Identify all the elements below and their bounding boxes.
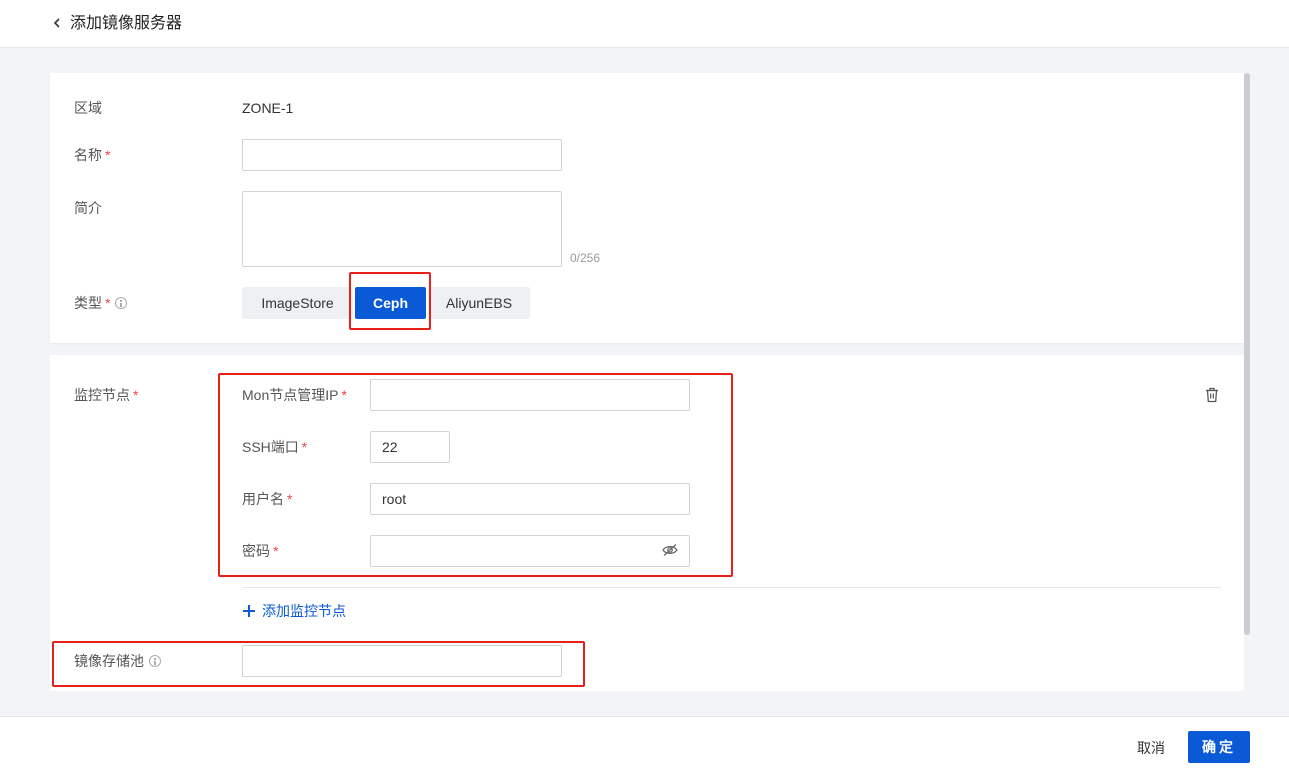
back-arrow-icon[interactable] xyxy=(50,14,64,32)
info-icon xyxy=(115,297,128,309)
description-label: 简介 xyxy=(74,200,102,216)
password-label: 密码 * xyxy=(242,543,279,559)
page-title: 添加镜像服务器 xyxy=(70,15,183,32)
description-counter: 0/256 xyxy=(570,251,601,265)
monitor-label: 监控节点 * xyxy=(74,387,139,403)
info-icon xyxy=(149,655,161,667)
username-label: 用户名 * xyxy=(242,491,293,507)
ssh-port-label: SSH端口 * xyxy=(242,439,308,455)
mon-ip-label: Mon节点管理IP * xyxy=(242,387,347,403)
type-label: 类型 * xyxy=(74,294,128,312)
type-option-ceph[interactable]: Ceph xyxy=(355,287,426,319)
plus-icon xyxy=(243,605,255,617)
type-option-imagestore[interactable]: ImageStore xyxy=(242,287,353,319)
eye-off-icon[interactable] xyxy=(661,543,679,557)
username-input[interactable] xyxy=(370,483,690,515)
cancel-button[interactable]: 取消 xyxy=(1126,738,1176,758)
trash-icon[interactable] xyxy=(1205,387,1219,403)
name-input[interactable] xyxy=(242,139,562,171)
name-label: 名称 * xyxy=(74,147,111,163)
page-header: 添加镜像服务器 xyxy=(0,0,1289,48)
add-monitor-node-label: 添加监控节点 xyxy=(262,603,346,619)
zone-value: ZONE-1 xyxy=(242,100,294,116)
type-option-aliyunebs[interactable]: AliyunEBS xyxy=(428,287,530,319)
add-monitor-node-link[interactable]: 添加监控节点 xyxy=(243,602,346,620)
confirm-button[interactable]: 确定 xyxy=(1188,731,1250,763)
password-input[interactable] xyxy=(370,535,690,567)
basic-info-card xyxy=(50,73,1244,343)
pool-input[interactable] xyxy=(242,645,562,677)
description-textarea[interactable] xyxy=(242,191,562,267)
monitor-divider xyxy=(242,587,1221,588)
scrollbar-thumb[interactable] xyxy=(1244,73,1250,635)
footer-bar xyxy=(0,716,1289,774)
pool-label: 镜像存储池 xyxy=(74,652,161,670)
mon-ip-input[interactable] xyxy=(370,379,690,411)
ssh-port-input[interactable] xyxy=(370,431,450,463)
zone-label: 区域 xyxy=(74,100,102,116)
